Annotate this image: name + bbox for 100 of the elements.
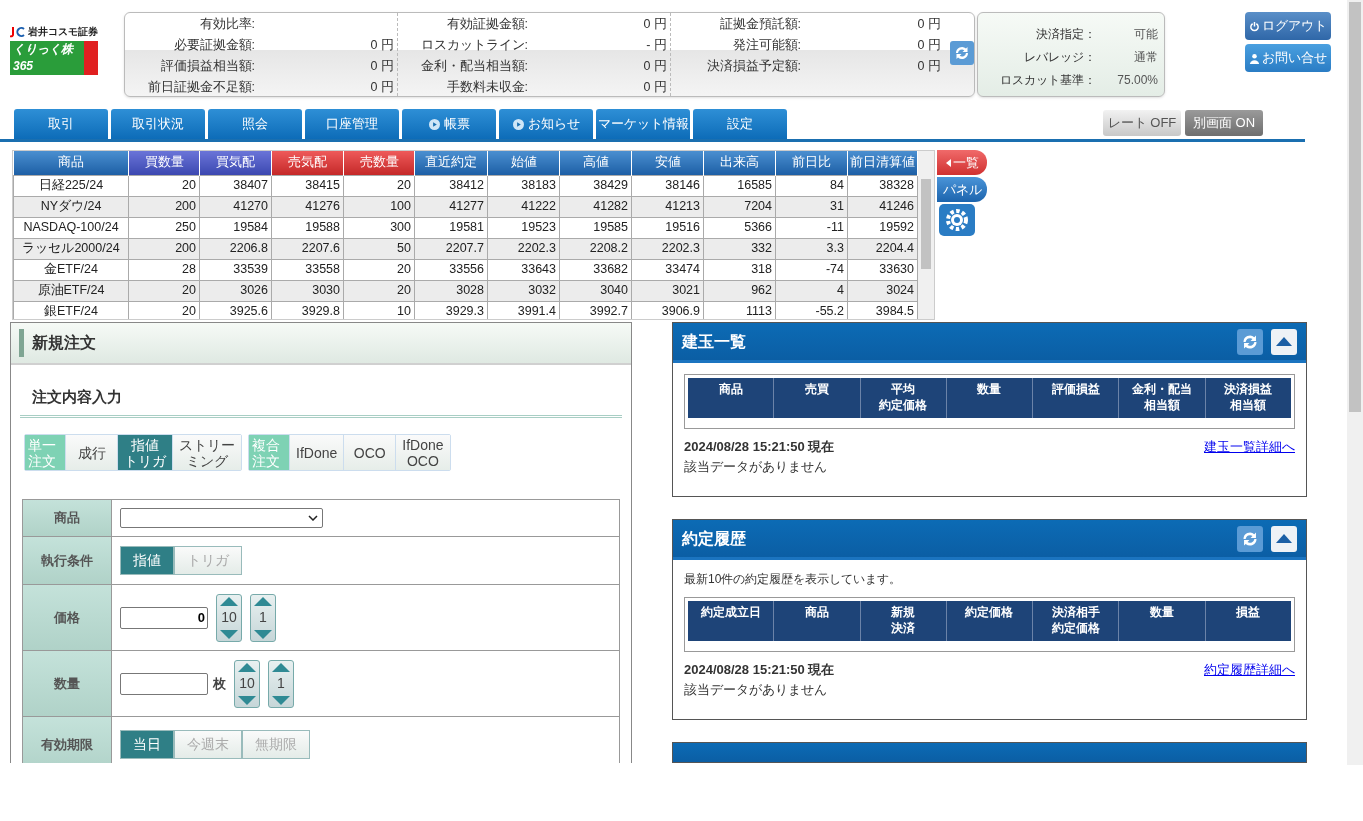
column-header: 数量 <box>1150 604 1175 620</box>
order-type-button[interactable]: 指値 トリガ <box>117 435 172 470</box>
segment-button[interactable]: 指値 <box>120 546 174 575</box>
toggle-button[interactable]: 別画面 ON <box>1185 110 1263 136</box>
collapse-icon[interactable] <box>1271 525 1297 552</box>
nav-tab[interactable]: 帳票 <box>402 109 496 139</box>
details-link[interactable]: 建玉一覧詳細へ <box>1204 437 1295 457</box>
number-input[interactable]: 0 <box>120 606 208 629</box>
table-cell: 38146 <box>631 175 704 196</box>
table-cell: 38183 <box>487 175 560 196</box>
product-select[interactable] <box>120 508 323 528</box>
side-tab[interactable]: パネル <box>937 177 987 202</box>
nav-tab[interactable]: 口座管理 <box>305 109 399 139</box>
table-cell: 38415 <box>271 175 344 196</box>
column-header: 商品 <box>804 604 829 620</box>
step-button[interactable]: 1 <box>250 593 276 642</box>
collapse-icon[interactable] <box>1271 328 1297 355</box>
status-value: 75.00% <box>1116 71 1159 89</box>
table-cell: 33682 <box>559 259 632 280</box>
product-cell[interactable]: 原油ETF/24 <box>13 280 129 301</box>
summary-label: 有効証拠金額: <box>445 16 528 34</box>
product-cell[interactable]: ラッセル2000/24 <box>13 238 129 259</box>
nav-tab[interactable]: 取引状況 <box>111 109 205 139</box>
table-cell: 19588 <box>271 217 344 238</box>
column-header: 平均 <box>891 381 916 397</box>
field-label: 数量 <box>23 651 112 716</box>
column-header: 約定価格 <box>1051 620 1100 636</box>
column-header: 決済 <box>891 620 916 636</box>
side-tab[interactable]: 一覧 <box>937 150 987 175</box>
table-cell: 100 <box>343 196 415 217</box>
step-button[interactable]: 10 <box>234 659 260 708</box>
step-button[interactable]: 1 <box>268 659 294 708</box>
down-arrow-icon <box>254 629 272 639</box>
table-cell: 200 <box>128 196 200 217</box>
logo-mark-icon <box>10 26 26 39</box>
empty-message: 該当データがありません <box>684 457 828 476</box>
toggle-button[interactable]: レート OFF <box>1103 110 1181 136</box>
column-header: 前日比 <box>775 151 848 175</box>
contact-button[interactable]: お問い合せ <box>1245 44 1331 72</box>
table-cell: 20 <box>128 280 200 301</box>
table-cell: 41282 <box>559 196 632 217</box>
scrollbar[interactable] <box>1347 0 1363 765</box>
summary-value: 0 円 <box>642 16 668 34</box>
table-cell: 20 <box>343 175 415 196</box>
nav-tab[interactable]: 照会 <box>208 109 302 139</box>
summary-value: 0 円 <box>369 79 395 97</box>
number-input[interactable] <box>120 672 208 695</box>
table-cell: 3.3 <box>775 238 848 259</box>
down-arrow-icon <box>220 629 238 639</box>
product-cell[interactable]: 金ETF/24 <box>13 259 129 280</box>
summary-value: 0 円 <box>369 37 395 55</box>
panel-title: 建玉一覧 <box>682 331 747 352</box>
product-cell[interactable]: 日経225/24 <box>13 175 129 196</box>
empty-message: 該当データがありません <box>684 680 828 699</box>
table-cell: 19585 <box>559 217 632 238</box>
person-icon <box>1249 52 1260 64</box>
column-header: 直近約定 <box>414 151 488 175</box>
details-link[interactable]: 約定履歴詳細へ <box>1204 660 1295 680</box>
table-cell: 38407 <box>199 175 272 196</box>
column-header: 新規 <box>891 604 916 620</box>
table-cell: 2208.2 <box>559 238 632 259</box>
chevron-down-icon <box>308 515 318 521</box>
table-cell: 41213 <box>631 196 704 217</box>
nav-tab[interactable]: マーケット情報 <box>596 109 690 139</box>
column-header: 買数量 <box>128 151 200 175</box>
product-cell[interactable]: NYダウ/24 <box>13 196 129 217</box>
play-icon <box>428 118 440 130</box>
scrollbar[interactable] <box>918 151 934 319</box>
down-arrow-icon <box>238 695 256 705</box>
segment-button[interactable]: 当日 <box>120 730 174 759</box>
group-label: 注文 <box>28 452 57 469</box>
table-cell: 20 <box>343 259 415 280</box>
order-type-button[interactable]: 成行 <box>65 435 117 470</box>
column-header: 評価損益 <box>1051 381 1100 397</box>
nav-tab[interactable]: お知らせ <box>499 109 593 139</box>
order-type-button[interactable]: OCO <box>343 435 396 470</box>
nav-tab[interactable]: 設定 <box>693 109 787 139</box>
table-cell: 33558 <box>271 259 344 280</box>
refresh-icon[interactable] <box>1237 525 1263 552</box>
table-cell: 2204.4 <box>847 238 918 259</box>
settings-icon[interactable] <box>939 204 975 236</box>
refresh-icon[interactable] <box>1237 328 1263 355</box>
step-button[interactable]: 10 <box>216 593 242 642</box>
order-type-button[interactable]: ストリー ミング <box>172 435 241 470</box>
field-label: 有効期限 <box>23 717 112 763</box>
logout-button[interactable]: ログアウト <box>1245 12 1331 40</box>
nav-tab[interactable]: 取引 <box>14 109 108 139</box>
table-cell: 19516 <box>631 217 704 238</box>
play-icon <box>512 118 524 130</box>
order-type-button[interactable]: IfDone <box>289 435 344 470</box>
table-cell: 3032 <box>487 280 560 301</box>
product-cell[interactable]: NASDAQ-100/24 <box>13 217 129 238</box>
refresh-icon[interactable] <box>950 41 974 65</box>
table-cell: 3040 <box>559 280 632 301</box>
table-cell: 2202.3 <box>487 238 560 259</box>
summary-value: - 円 <box>645 37 668 55</box>
table-cell: 41276 <box>271 196 344 217</box>
group-label: 複合 <box>252 436 281 453</box>
order-type-button[interactable]: IfDone OCO <box>395 435 450 470</box>
column-header: 決済相手 <box>1051 604 1100 620</box>
